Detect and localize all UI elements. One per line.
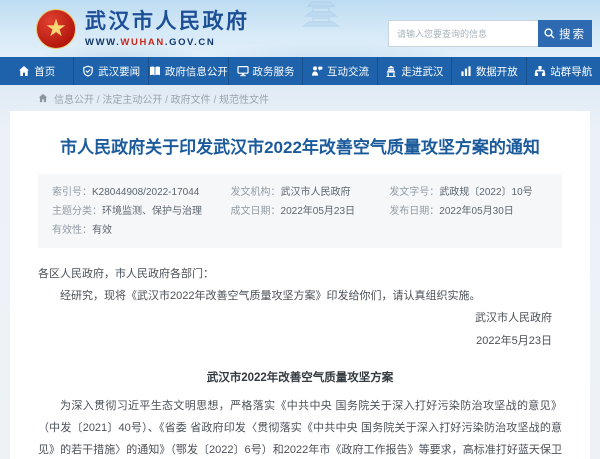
book-icon xyxy=(149,65,161,77)
nav-item-home[interactable]: 首页 xyxy=(0,57,73,85)
breadcrumb-path: 信息公开 / 法定主动公开 / 政府文件 / 规范性文件 xyxy=(54,91,269,106)
meta-topic-category: 主题分类：环境监测、保护与治理 xyxy=(52,202,231,221)
salutation: 各区人民政府，市人民政府各部门： xyxy=(38,263,562,285)
nav-item-site-navigation[interactable]: 站群导航 xyxy=(526,57,600,85)
document-body: 各区人民政府，市人民政府各部门： 经研究，现将《武汉市2022年改善空气质量攻坚… xyxy=(38,263,562,459)
site-url: WWW.WUHAN.GOV.CN xyxy=(85,37,250,48)
document-meta: 索引号：K28044908/2022-17044 发文机构：武汉市人民政府 发文… xyxy=(38,174,562,248)
site-name: 武汉市人民政府 xyxy=(85,10,250,33)
nav-item-interaction[interactable]: 互动交流 xyxy=(302,57,376,85)
site-search: 搜索 xyxy=(388,20,592,47)
page-background: 信息公开 / 法定主动公开 / 政府文件 / 规范性文件 市人民政府关于印发武汉… xyxy=(0,85,600,459)
plan-paragraph: 为深入贯彻习近平生态文明思想，严格落实《中共中央 国务院关于深入打好污染防治攻坚… xyxy=(38,395,562,459)
meta-index-number: 索引号：K28044908/2022-17044 xyxy=(52,183,231,202)
document-title: 市人民政府关于印发武汉市2022年改善空气质量攻坚方案的通知 xyxy=(40,135,560,161)
yellow-crane-tower-watermark xyxy=(300,0,342,30)
search-button-label: 搜索 xyxy=(559,26,586,42)
sign-date: 2022年5月23日 xyxy=(38,330,562,353)
nav-item-info-disclosure[interactable]: 政府信息公开 xyxy=(148,57,228,85)
breadcrumb-home-icon xyxy=(38,93,48,103)
search-input[interactable] xyxy=(388,20,538,47)
home-icon xyxy=(18,65,30,77)
document-card: 市人民政府关于印发武汉市2022年改善空气质量攻坚方案的通知 索引号：K2804… xyxy=(10,111,590,459)
plan-title: 武汉市2022年改善空气质量攻坚方案 xyxy=(38,367,562,390)
national-emblem-icon: ★ xyxy=(36,9,76,49)
site-logo[interactable]: ★ 武汉市人民政府 WWW.WUHAN.GOV.CN xyxy=(36,9,250,49)
intro-paragraph: 经研究，现将《武汉市2022年改善空气质量攻坚方案》印发给你们，请认真组织实施。 xyxy=(38,285,562,307)
main-nav: 首页 武汉要闻 政府信息公开 政务服务 互动交流 走进武汉 数据开放 站群导航 xyxy=(0,57,600,85)
meta-document-number: 发文字号：武政规〔2022〕10号 xyxy=(389,183,548,202)
nav-item-about-wuhan[interactable]: 走进武汉 xyxy=(377,57,451,85)
meta-validity: 有效性：有效 xyxy=(52,221,231,240)
badge-icon xyxy=(82,65,94,77)
meta-written-date: 成文日期：2022年05月23日 xyxy=(231,202,390,221)
bar-chart-icon xyxy=(460,65,472,77)
signer: 武汉市人民政府 xyxy=(38,307,562,330)
search-icon xyxy=(544,28,555,39)
meta-publish-date: 发布日期：2022年05月30日 xyxy=(389,202,548,221)
pavilion-icon xyxy=(385,65,397,77)
meta-issuing-agency: 发文机构：武汉市人民政府 xyxy=(231,183,390,202)
search-button[interactable]: 搜索 xyxy=(538,20,592,47)
monitor-icon xyxy=(237,65,249,77)
nav-item-news[interactable]: 武汉要闻 xyxy=(73,57,147,85)
nav-item-data-open[interactable]: 数据开放 xyxy=(451,57,525,85)
sitemap-icon xyxy=(534,65,546,77)
site-header: ★ 武汉市人民政府 WWW.WUHAN.GOV.CN 搜索 xyxy=(0,0,600,57)
chat-people-icon xyxy=(311,65,323,77)
nav-item-services[interactable]: 政务服务 xyxy=(228,57,302,85)
breadcrumb[interactable]: 信息公开 / 法定主动公开 / 政府文件 / 规范性文件 xyxy=(0,85,600,111)
